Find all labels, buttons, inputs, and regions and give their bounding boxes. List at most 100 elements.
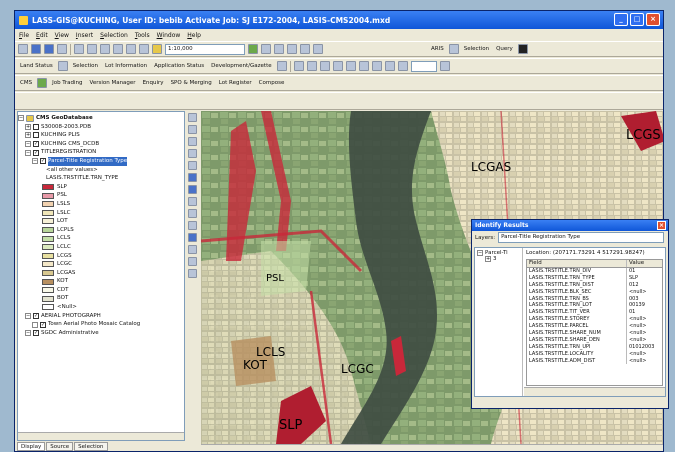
menu-help[interactable]: Help <box>187 32 201 39</box>
job-trading-menu[interactable]: Job Trading <box>50 80 84 86</box>
tool-e-icon[interactable] <box>306 61 317 71</box>
zoom-out-icon[interactable] <box>188 125 197 134</box>
table-row[interactable]: LASIS.TRSTITLE.ADM_DIST <null> <box>527 357 662 365</box>
land-status-menu[interactable]: Land Status <box>18 63 55 69</box>
menu-window[interactable]: Window <box>157 32 181 39</box>
tool-i-icon[interactable] <box>358 61 369 71</box>
selection2-menu[interactable]: Selection <box>71 63 100 69</box>
scale-dropdown[interactable]: 1:10,000 <box>165 43 245 55</box>
layer-checkbox[interactable]: ✓ <box>40 321 46 328</box>
table-row[interactable]: LASIS.TRSTITLE.TIT_VER 01 <box>527 309 662 317</box>
copy-icon[interactable] <box>87 44 97 54</box>
whats-this-icon[interactable] <box>274 44 284 54</box>
collapse-icon[interactable]: − <box>477 250 483 256</box>
fixed-zoom-in-icon[interactable] <box>188 137 197 146</box>
tab-source[interactable]: Source <box>46 442 74 451</box>
full-extent-icon[interactable] <box>188 173 197 182</box>
paste-icon[interactable] <box>100 44 110 54</box>
redo-icon[interactable] <box>139 44 149 54</box>
identify-close-button[interactable]: × <box>657 221 666 230</box>
tool-f-icon[interactable] <box>319 61 330 71</box>
toc-layer-item[interactable]: ✓ Town Aerial Photo Mosaic Catalog <box>18 320 184 329</box>
aris-menu[interactable]: ARIS <box>429 46 446 52</box>
cms-menu[interactable]: CMS <box>18 80 34 86</box>
toc-layer-item[interactable]: − ✓ SGDC Administrative <box>18 329 184 338</box>
grid-icon[interactable] <box>276 61 287 71</box>
layer-checkbox[interactable]: ✓ <box>40 158 46 165</box>
table-row[interactable]: LASIS.TRSTITLE.STOREY <null> <box>527 316 662 324</box>
undo-icon[interactable] <box>126 44 136 54</box>
development-gazette-menu[interactable]: Development/Gazette <box>209 63 273 69</box>
job-icon[interactable] <box>37 78 48 88</box>
arctoolbox-icon[interactable] <box>261 44 271 54</box>
measure-icon[interactable] <box>188 257 197 266</box>
menu-tools[interactable]: Tools <box>135 32 150 39</box>
tool-j-icon[interactable] <box>371 61 382 71</box>
tool-dropdown[interactable] <box>410 60 437 72</box>
table-row[interactable]: LASIS.TRSTITLE.BLK_SEC <null> <box>527 288 662 296</box>
close-button[interactable]: × <box>646 13 660 26</box>
tool-a-icon[interactable] <box>287 44 297 54</box>
field-column-header[interactable]: Field <box>527 260 627 267</box>
table-row[interactable]: LASIS.TRSTITLE.PARCEL <null> <box>527 323 662 331</box>
table-row[interactable]: LASIS.TRSTITLE.TRN_DIV 01 <box>527 268 662 275</box>
tool-h-icon[interactable] <box>345 61 356 71</box>
enquiry-menu[interactable]: Enquiry <box>141 80 166 86</box>
query-menu[interactable]: Query <box>494 46 515 52</box>
table-row[interactable]: LASIS.TRSTITLE.TRN_UPI 01012003 <box>527 343 662 351</box>
menu-file[interactable]: File <box>19 32 29 39</box>
toc-layer-item[interactable]: + KUCHING PLIS <box>18 131 184 140</box>
identify-icon[interactable] <box>188 233 197 242</box>
aris-icon[interactable] <box>448 44 459 54</box>
pan-icon[interactable] <box>188 161 197 170</box>
toc-layer-item[interactable]: − ✓ Parcel-Title Registration Type <box>18 156 184 166</box>
table-row[interactable]: LASIS.TRSTITLE.TRN_LOT 00139 <box>527 302 662 310</box>
forward-icon[interactable] <box>188 197 197 206</box>
menu-view[interactable]: View <box>55 32 69 39</box>
table-row[interactable]: LASIS.TRSTITLE.TRN_TYPE SLP <box>527 274 662 282</box>
zoom-in-icon[interactable] <box>188 113 197 122</box>
tool-l-icon[interactable] <box>397 61 408 71</box>
hyperlink-icon[interactable] <box>188 269 197 278</box>
menu-edit[interactable]: Edit <box>36 32 48 39</box>
expand-icon[interactable]: + <box>25 123 31 130</box>
expand-icon[interactable]: − <box>25 312 31 319</box>
toc-layer-item[interactable]: <all other values> <box>18 166 184 175</box>
menu-selection[interactable]: Selection <box>100 32 128 39</box>
land-icon[interactable] <box>57 61 68 71</box>
version-manager-menu[interactable]: Version Manager <box>87 80 137 86</box>
toc-layer-item[interactable]: + S30008-2003.PDB <box>18 123 184 132</box>
collapse-icon[interactable]: − <box>25 149 31 156</box>
collapse-icon[interactable]: − <box>25 141 31 148</box>
menu-insert[interactable]: Insert <box>76 32 93 39</box>
lock-icon[interactable] <box>517 44 528 54</box>
table-row[interactable]: LASIS.TRSTITLE.LOCALITY <null> <box>527 350 662 358</box>
expand-icon[interactable]: + <box>25 132 31 139</box>
application-status-menu[interactable]: Application Status <box>152 63 206 69</box>
tool-g-icon[interactable] <box>332 61 343 71</box>
open-icon[interactable] <box>31 44 41 54</box>
select-elements-icon[interactable] <box>188 221 197 230</box>
delete-icon[interactable] <box>113 44 123 54</box>
table-row[interactable]: LASIS.TRSTITLE.SHARE_NUM <null> <box>527 330 662 337</box>
add-data-icon[interactable] <box>152 44 162 54</box>
print-icon[interactable] <box>57 44 67 54</box>
toc-root[interactable]: − CMS GeoDatabase <box>18 114 184 123</box>
identify-horizontal-scrollbar[interactable] <box>524 387 665 396</box>
table-row[interactable]: LASIS.TRSTITLE.TRN_DIST 012 <box>527 281 662 289</box>
find-icon[interactable] <box>188 245 197 254</box>
layers-dropdown[interactable]: Parcel-Title Registration Type <box>498 232 665 243</box>
tab-display[interactable]: Display <box>17 442 46 451</box>
back-icon[interactable] <box>188 185 197 194</box>
selection-menu[interactable]: Selection <box>462 46 491 52</box>
table-row[interactable]: LASIS.TRSTITLE.TRN_BS 003 <box>527 295 662 303</box>
expand-icon[interactable] <box>32 321 38 328</box>
collapse-icon[interactable]: − <box>32 158 38 165</box>
fixed-zoom-out-icon[interactable] <box>188 149 197 158</box>
lot-register-menu[interactable]: Lot Register <box>217 80 254 86</box>
layer-checkbox[interactable] <box>33 123 39 130</box>
table-row[interactable]: LASIS.TRSTITLE.SHARE_DEN <null> <box>527 336 662 344</box>
collapse-icon[interactable]: − <box>18 115 24 122</box>
value-column-header[interactable]: Value <box>627 260 662 267</box>
tool-k-icon[interactable] <box>384 61 395 71</box>
